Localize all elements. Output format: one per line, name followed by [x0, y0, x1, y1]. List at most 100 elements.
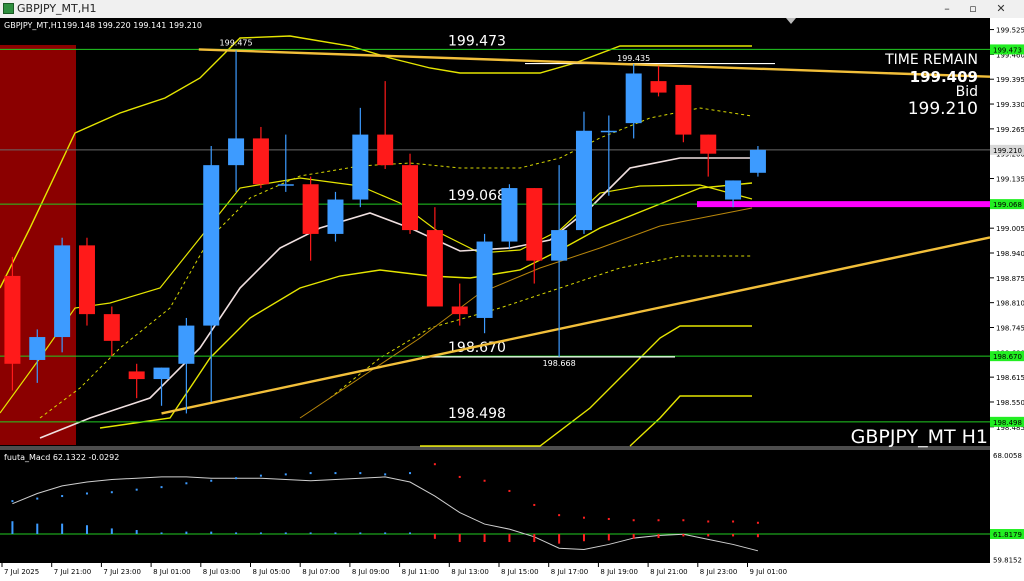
- candle-body: [625, 73, 642, 124]
- y-tick-label: 198.745: [996, 324, 1024, 332]
- price-tag-label: 198.498: [993, 419, 1022, 427]
- candle-body: [402, 165, 419, 231]
- macd-dot: [235, 477, 238, 480]
- x-tick-label: 8 Jul 05:00: [253, 568, 291, 576]
- macd-dot: [682, 519, 685, 522]
- macd-dot: [259, 474, 262, 477]
- level-label-1: 199.068: [448, 188, 506, 204]
- candle-body: [725, 180, 742, 200]
- candle-body: [352, 134, 369, 200]
- candle-body: [551, 230, 568, 261]
- candle-body: [4, 275, 21, 364]
- bid-value: 199.210: [908, 99, 978, 119]
- x-tick-label: 7 Jul 23:00: [103, 568, 141, 576]
- candle-body: [700, 134, 717, 154]
- candle-body: [749, 149, 766, 173]
- level-label-0: 199.473: [448, 33, 506, 49]
- candle-body: [203, 165, 220, 326]
- point-label-2: 198.668: [543, 359, 576, 368]
- macd-dot: [558, 514, 561, 517]
- x-tick-label: 8 Jul 13:00: [451, 568, 489, 576]
- x-tick-label: 8 Jul 11:00: [402, 568, 440, 576]
- macd-dot: [508, 489, 511, 492]
- candle-body: [377, 134, 394, 166]
- x-tick-label: 9 Jul 01:00: [750, 568, 788, 576]
- x-tick-label: 8 Jul 07:00: [302, 568, 340, 576]
- candle-body: [526, 188, 543, 261]
- macd-dot: [185, 482, 188, 485]
- macd-dot: [632, 519, 635, 522]
- macd-dot: [11, 500, 14, 503]
- y-tick-label: 198.615: [996, 374, 1024, 382]
- window-title: GBPJPY_MT,H1: [17, 2, 97, 15]
- y-tick-label: 199.135: [996, 176, 1024, 184]
- price-tag-label: 198.670: [993, 353, 1022, 361]
- plot-background: [0, 18, 990, 563]
- macd-dot: [36, 497, 39, 500]
- macd-dot: [160, 486, 163, 489]
- candle-body: [277, 184, 294, 186]
- macd-dot: [110, 491, 113, 494]
- level-label-3: 198.498: [448, 406, 506, 422]
- minimize-button[interactable]: –: [936, 1, 958, 16]
- macd-dot: [607, 517, 610, 520]
- point-label-0: 199.475: [220, 39, 253, 48]
- candle-body: [451, 306, 468, 315]
- price-tag-label: 199.473: [993, 46, 1022, 54]
- candle-body: [327, 199, 344, 234]
- x-tick-label: 8 Jul 03:00: [203, 568, 241, 576]
- macd-dot: [533, 503, 536, 506]
- macd-y-label: 61.8179: [993, 531, 1022, 539]
- candle: [54, 237, 71, 353]
- candle-body: [54, 245, 71, 338]
- y-tick-label: 198.875: [996, 275, 1024, 283]
- price-tag: 198.670: [990, 351, 1024, 362]
- macd-dot: [284, 473, 287, 476]
- macd-dot: [458, 475, 461, 478]
- candle-body: [228, 138, 245, 166]
- ohlc-header: 199.148 199.220 199.141 199.210: [62, 21, 202, 30]
- candle-body: [128, 371, 145, 380]
- x-tick-label: 8 Jul 01:00: [153, 568, 191, 576]
- x-tick-label: 7 Jul 21:00: [54, 568, 92, 576]
- price-tag-label: 199.068: [993, 201, 1022, 209]
- candle-body: [501, 188, 518, 242]
- restore-button[interactable]: ▫: [962, 1, 984, 16]
- close-button[interactable]: ✕: [990, 1, 1012, 16]
- price-tag: 199.068: [990, 199, 1024, 210]
- macd-dot: [756, 521, 759, 524]
- candle: [749, 146, 766, 177]
- price-tag: 199.473: [990, 44, 1024, 55]
- candle: [501, 184, 518, 250]
- macd-dot: [384, 473, 387, 476]
- macd-dot: [334, 472, 337, 475]
- macd-y-label: 59.8152: [993, 557, 1022, 565]
- x-tick-label: 8 Jul 15:00: [501, 568, 539, 576]
- y-tick-label: 199.330: [996, 101, 1024, 109]
- candle: [402, 153, 419, 234]
- macd-dot: [433, 463, 436, 466]
- macd-dot: [483, 479, 486, 482]
- price-tag-label: 199.210: [993, 147, 1022, 155]
- x-tick-label: 8 Jul 17:00: [551, 568, 589, 576]
- x-tick-label: 8 Jul 09:00: [352, 568, 390, 576]
- macd-dot: [582, 516, 585, 519]
- macd-dot: [409, 472, 412, 475]
- macd-dot: [61, 495, 64, 498]
- candle-body: [78, 245, 95, 315]
- y-tick-label: 199.525: [996, 27, 1024, 35]
- price-chart[interactable]: 199.473 199.068 198.670 198.498 199.475 199.4…: [0, 18, 1024, 581]
- candle-body: [426, 230, 443, 307]
- candle-body: [575, 130, 592, 231]
- price-tag: 199.210: [990, 144, 1024, 155]
- candle: [78, 237, 95, 326]
- y-tick-label: 198.940: [996, 250, 1024, 258]
- price-tag: 198.498: [990, 416, 1024, 427]
- x-tick-label: 8 Jul 23:00: [700, 568, 738, 576]
- candle: [675, 84, 692, 143]
- symbol-header: GBPJPY_MT,H1: [4, 21, 62, 30]
- macd-dot: [210, 479, 213, 482]
- macd-y-label: 68.0058: [993, 452, 1022, 460]
- macd-dot: [309, 472, 312, 475]
- candle-body: [302, 184, 319, 234]
